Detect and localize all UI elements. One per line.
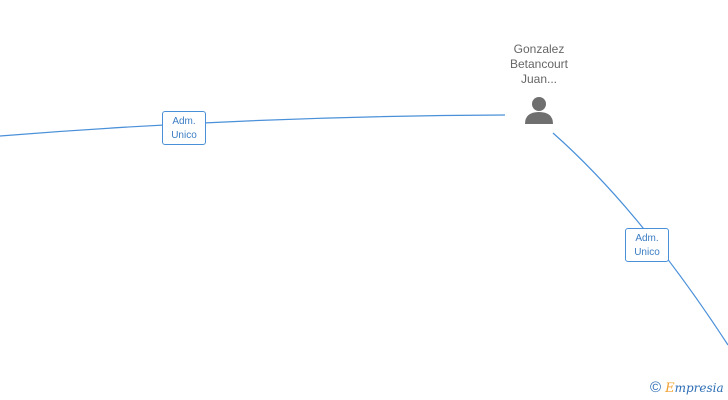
edge-label-adm-unico[interactable]: Adm. Unico <box>162 111 206 145</box>
copyright-icon: © <box>650 379 662 396</box>
edge-line-left <box>0 114 506 137</box>
edge-label-line-2: Unico <box>171 130 197 141</box>
edge-label-line-2: Unico <box>634 247 660 258</box>
person-node[interactable]: Gonzalez Betancourt Juan... <box>494 42 584 125</box>
person-name-line-2: Betancourt <box>509 57 569 71</box>
network-graph <box>0 114 728 346</box>
empresia-logo[interactable]: © Empresia <box>650 379 724 398</box>
person-name-line-3: Juan... <box>520 72 558 86</box>
edge-label-adm-unico[interactable]: Adm. Unico <box>625 228 669 262</box>
brand-name: mpresia <box>674 381 724 395</box>
person-name: Gonzalez Betancourt Juan... <box>494 42 584 87</box>
brand-initial: E <box>665 381 675 396</box>
edge-label-line-1: Adm. <box>635 233 659 244</box>
person-name-line-1: Gonzalez <box>513 42 565 56</box>
edge-label-line-1: Adm. <box>172 116 196 127</box>
person-icon <box>525 97 553 124</box>
